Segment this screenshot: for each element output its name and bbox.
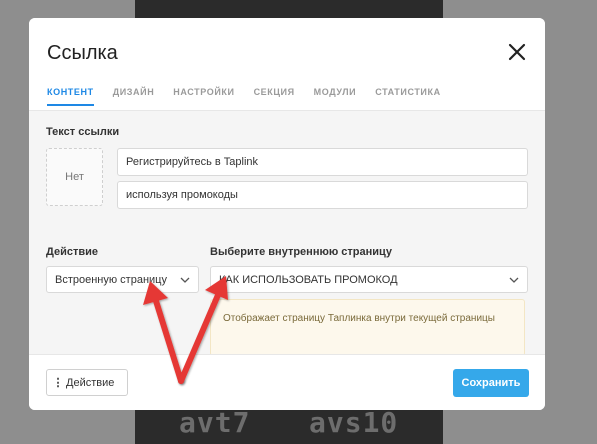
page-hint: Отображает страницу Таплинка внутри теку… xyxy=(210,299,525,356)
dialog-footer: ⋮ Действие Сохранить xyxy=(29,354,545,410)
tab-section[interactable]: СЕКЦИЯ xyxy=(254,87,295,106)
title-input[interactable]: Регистрируйтесь в Taplink xyxy=(117,148,528,176)
close-icon xyxy=(508,43,526,61)
dialog-body: Текст ссылки Нет Регистрируйтесь в Tapli… xyxy=(29,111,545,356)
dialog-tabs: КОНТЕНТ ДИЗАЙН НАСТРОЙКИ СЕКЦИЯ МОДУЛИ С… xyxy=(47,87,460,106)
dialog-header: Ссылка КОНТЕНТ ДИЗАЙН НАСТРОЙКИ СЕКЦИЯ М… xyxy=(29,18,545,111)
link-text-label: Текст ссылки xyxy=(46,126,120,138)
page-select-value: КАК ИСПОЛЬЗОВАТЬ ПРОМОКОД xyxy=(219,273,398,286)
close-button[interactable] xyxy=(508,43,526,61)
background-text-left: avt7 xyxy=(179,406,251,439)
tab-modules[interactable]: МОДУЛИ xyxy=(314,87,357,106)
footer-action-label: Действие xyxy=(66,376,115,389)
tab-design[interactable]: ДИЗАЙН xyxy=(113,87,155,106)
subtitle-input[interactable]: используя промокоды xyxy=(117,181,528,209)
action-select-value: Встроенную страницу xyxy=(55,273,167,286)
action-label: Действие xyxy=(46,246,98,258)
tab-settings[interactable]: НАСТРОЙКИ xyxy=(173,87,234,106)
chevron-down-icon xyxy=(180,277,190,283)
image-placeholder[interactable]: Нет xyxy=(46,148,103,206)
link-dialog: Ссылка КОНТЕНТ ДИЗАЙН НАСТРОЙКИ СЕКЦИЯ М… xyxy=(29,18,545,410)
background-text-right: avs10 xyxy=(309,406,399,439)
page-select-label: Выберите внутреннюю страницу xyxy=(210,246,392,258)
save-button[interactable]: Сохранить xyxy=(453,369,529,397)
chevron-down-icon xyxy=(509,277,519,283)
dialog-title: Ссылка xyxy=(47,42,118,64)
tab-statistics[interactable]: СТАТИСТИКА xyxy=(375,87,440,106)
tab-content[interactable]: КОНТЕНТ xyxy=(47,87,94,106)
more-vertical-icon: ⋮ xyxy=(52,377,64,389)
page-select[interactable]: КАК ИСПОЛЬЗОВАТЬ ПРОМОКОД xyxy=(210,266,528,293)
footer-action-button[interactable]: ⋮ Действие xyxy=(46,369,128,396)
action-select[interactable]: Встроенную страницу xyxy=(46,266,199,293)
